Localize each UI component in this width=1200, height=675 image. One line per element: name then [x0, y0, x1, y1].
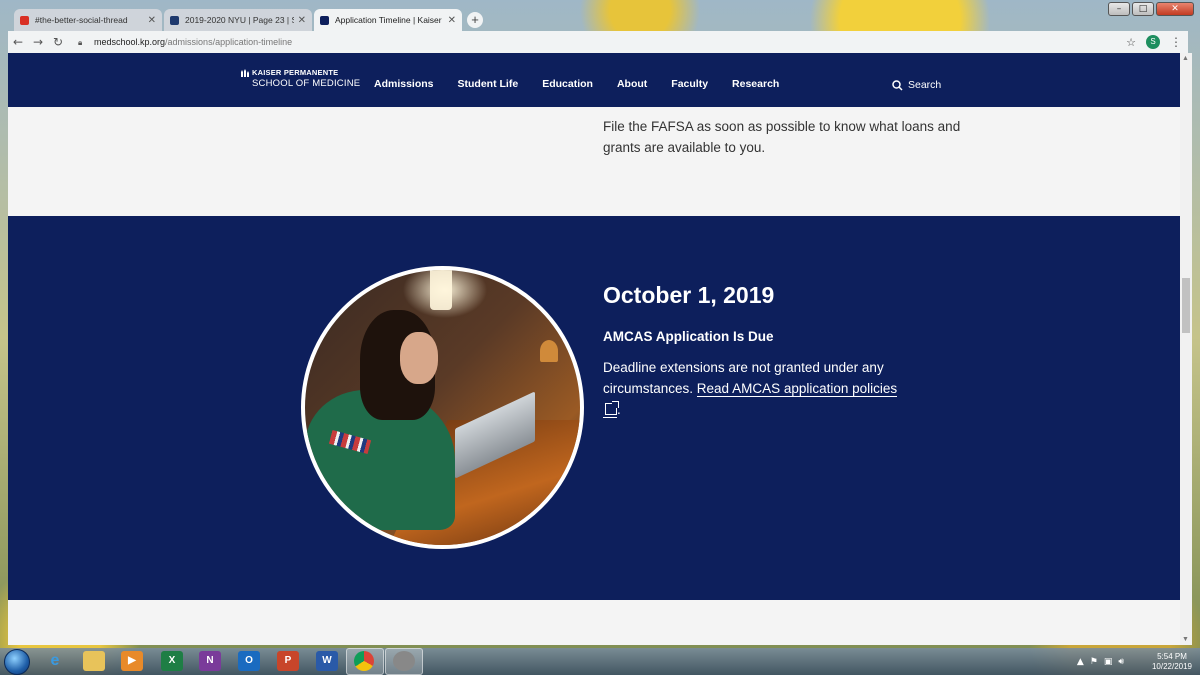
link-text: Read AMCAS application policies — [696, 381, 898, 396]
tab-nyu[interactable]: 2019-2020 NYU | Page 23 | Stude ✕ — [164, 9, 312, 31]
page-scrollbar[interactable]: ▲ ▼ — [1180, 53, 1192, 645]
tab-social-thread[interactable]: #the-better-social-thread ✕ — [14, 9, 162, 31]
url-host: medschool.kp.org — [94, 37, 166, 47]
nav-education[interactable]: Education — [542, 78, 593, 90]
start-button-icon[interactable] — [4, 649, 30, 675]
reload-icon[interactable]: ↻ — [48, 35, 68, 49]
outlook-icon[interactable]: O — [238, 651, 260, 671]
url-path: /admissions/application-timeline — [165, 37, 293, 47]
scroll-up-icon[interactable]: ▲ — [1182, 55, 1189, 62]
clock[interactable]: 5:54 PM 10/22/2019 — [1152, 652, 1192, 672]
tab-title: #the-better-social-thread — [35, 15, 128, 25]
logo-top-text: KAISER PERMANENTE — [252, 68, 339, 77]
app-icon[interactable] — [393, 651, 415, 671]
search-label: Search — [908, 79, 942, 91]
tray-icons[interactable]: ▲⚑▣🔊︎ — [1077, 657, 1130, 667]
powerpoint-icon[interactable]: P — [277, 651, 299, 671]
tab-close-icon[interactable]: ✕ — [448, 15, 456, 26]
search-icon — [892, 79, 903, 91]
timeline-date: October 1, 2019 — [603, 282, 775, 308]
internet-explorer-icon[interactable]: e — [44, 651, 66, 671]
back-icon[interactable]: ← — [8, 35, 28, 49]
tab-close-icon[interactable]: ✕ — [298, 15, 306, 26]
nav-faculty[interactable]: Faculty — [671, 78, 708, 90]
fafsa-text: File the FAFSA as soon as possible to kn… — [603, 119, 961, 155]
tab-strip: #the-better-social-thread ✕ 2019-2020 NY… — [8, 9, 1188, 31]
menu-dots-icon[interactable]: ⋮ — [1170, 35, 1182, 49]
chrome-icon[interactable] — [354, 651, 374, 671]
browser-toolbar: ← → ↻ 🔒︎ medschool.kp.org/admissions/app… — [8, 31, 1188, 53]
tab-close-icon[interactable]: ✕ — [148, 15, 156, 26]
clock-date: 10/22/2019 — [1151, 662, 1192, 671]
clock-time: 5:54 PM — [1157, 652, 1187, 661]
site-header: KAISER PERMANENTE SCHOOL OF MEDICINE Adm… — [8, 53, 1180, 107]
word-icon[interactable]: W — [316, 651, 338, 671]
search-button[interactable]: Search — [892, 79, 941, 91]
new-tab-button[interactable]: + — [467, 12, 483, 28]
timeline-section: October 1, 2019 AMCAS Application Is Due… — [8, 216, 1180, 600]
photo-light — [430, 270, 452, 310]
windows-taskbar: e ▶ X N O P W ▲⚑▣🔊︎ 5:54 PM 10/22/2019 — [0, 648, 1200, 675]
logo-bottom-text: SCHOOL OF MEDICINE — [252, 78, 361, 89]
excel-icon[interactable]: X — [161, 651, 183, 671]
tab-favicon-icon — [170, 15, 179, 25]
nav-student-life[interactable]: Student Life — [458, 78, 519, 90]
scroll-thumb[interactable] — [1182, 278, 1190, 333]
logo-mark-icon — [241, 68, 249, 77]
timeline-description: Deadline extensions are not granted unde… — [603, 357, 903, 420]
photo-lamp — [540, 340, 558, 362]
profile-avatar[interactable]: S — [1146, 35, 1160, 49]
site-logo[interactable]: KAISER PERMANENTE SCHOOL OF MEDICINE — [240, 68, 360, 89]
tab-title: 2019-2020 NYU | Page 23 | Stude — [185, 15, 294, 25]
timeline-subhead: AMCAS Application Is Due — [603, 329, 774, 344]
nav-research[interactable]: Research — [732, 78, 779, 90]
scroll-down-icon[interactable]: ▼ — [1182, 636, 1189, 643]
bookmark-star-icon[interactable]: ☆ — [1126, 36, 1136, 49]
student-laptop-photo — [301, 266, 584, 549]
onenote-icon[interactable]: N — [199, 651, 221, 671]
tab-favicon-icon — [320, 15, 329, 25]
nav-about[interactable]: About — [617, 78, 647, 90]
forward-icon[interactable]: → — [28, 35, 48, 49]
tab-favicon-icon — [20, 15, 29, 25]
page-viewport: KAISER PERMANENTE SCHOOL OF MEDICINE Adm… — [8, 53, 1180, 645]
lock-icon: 🔒︎ — [78, 38, 83, 47]
nav-admissions[interactable]: Admissions — [374, 78, 434, 90]
main-nav: Admissions Student Life Education About … — [374, 78, 803, 90]
address-bar[interactable]: 🔒︎ medschool.kp.org/admissions/applicati… — [78, 37, 1126, 47]
tab-application-timeline[interactable]: Application Timeline | Kaiser Per ✕ — [314, 9, 462, 31]
external-link-icon — [605, 401, 619, 415]
media-player-icon[interactable]: ▶ — [121, 651, 143, 671]
file-explorer-icon[interactable] — [83, 651, 105, 671]
tab-title: Application Timeline | Kaiser Per — [335, 15, 444, 25]
photo-person-face — [400, 332, 438, 384]
